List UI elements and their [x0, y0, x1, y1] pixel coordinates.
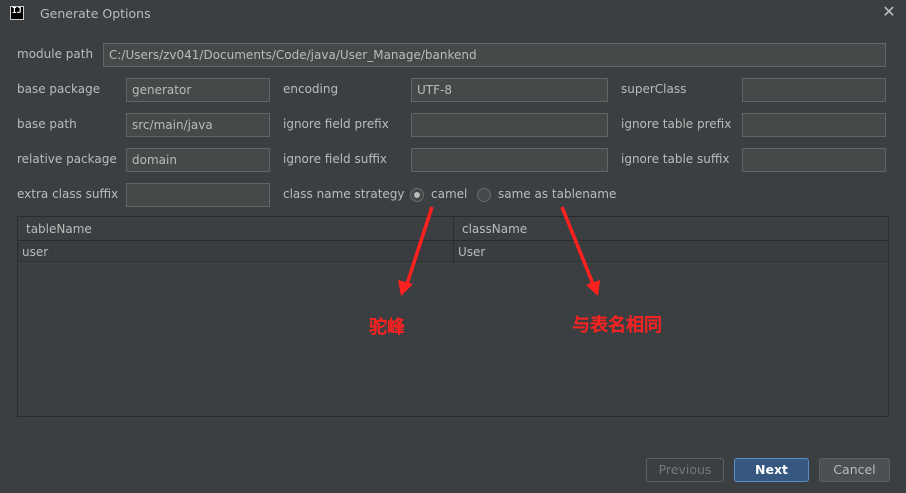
- next-button[interactable]: Next: [734, 458, 809, 482]
- annotation-camel-note: 驼峰: [369, 317, 405, 338]
- cancel-button[interactable]: Cancel: [819, 458, 890, 482]
- previous-button[interactable]: Previous: [646, 458, 724, 482]
- annotation-arrows: [398, 206, 600, 296]
- annotation-same-note: 与表名相同: [572, 315, 662, 336]
- arrow-to-camel: [398, 206, 434, 296]
- arrow-to-same-as-tablename: [560, 206, 600, 296]
